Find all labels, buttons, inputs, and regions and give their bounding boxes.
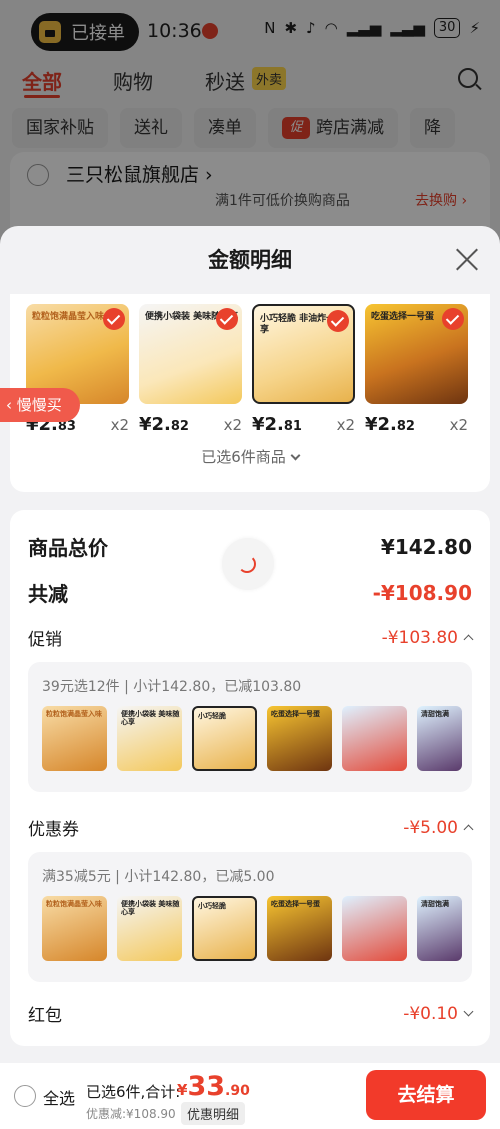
chevron-down-icon <box>290 450 301 461</box>
product-thumb[interactable]: 便携小袋装 美味随心享 <box>117 706 182 771</box>
promo-value: -¥103.80 <box>381 627 458 648</box>
slow-buy-label: 慢慢买 <box>16 396 62 414</box>
promo-label: 促销 <box>28 630 62 650</box>
total-amount: ¥ 33 .90 <box>177 1071 250 1102</box>
checkout-bar: 全选 已选6件,合计: ¥ 33 .90 优惠减:¥108.90 优惠明细 去结… <box>0 1063 500 1129</box>
product-qty: x2 <box>336 416 355 434</box>
product-image-label: 吃蛋选择一号蛋 <box>371 312 435 322</box>
product-thumb[interactable] <box>342 706 407 771</box>
product-price-row: ¥2.82 x2 <box>365 414 468 435</box>
product-thumb[interactable]: 粒粒饱满晶莹入味 <box>42 896 107 961</box>
checked-icon[interactable] <box>327 310 349 332</box>
checked-icon[interactable] <box>442 308 464 330</box>
chevron-up-icon <box>463 634 474 645</box>
product-item[interactable]: 吃蛋选择一号蛋 ¥2.82 x2 <box>365 304 468 435</box>
selected-summary: 已选6件,合计: <box>86 1083 181 1101</box>
product-thumb[interactable]: 小巧轻脆 <box>192 896 257 961</box>
reduce-value: -¥108.90 <box>372 580 472 605</box>
select-all-radio[interactable] <box>14 1085 36 1107</box>
product-image: 小巧轻脆 非油炸一口享 <box>252 304 355 404</box>
product-item[interactable]: 小巧轻脆 非油炸一口享 ¥2.81 x2 <box>252 304 355 435</box>
promo-group-title: 39元选12件 | 小计142.80，已减103.80 <box>42 679 302 695</box>
redpack-value: -¥0.10 <box>403 1003 458 1024</box>
redpack-label: 红包 <box>28 1006 62 1026</box>
product-card: 粒粒饱满晶莹入味 ¥2.83 x2 便携小袋装 美味随心享 ¥2.82 x2 小巧轻… <box>10 294 490 492</box>
checkout-button[interactable]: 去结算 <box>366 1070 486 1120</box>
sheet-title: 金额明细 <box>208 248 292 272</box>
total-value: ¥142.80 <box>380 534 472 559</box>
promo-row[interactable]: 促销 -¥103.80 <box>28 625 474 650</box>
product-image-label: 粒粒饱满晶莹入味 <box>32 312 105 322</box>
selected-count-toggle[interactable]: 已选6件商品 <box>10 446 490 467</box>
reduce-label: 共减 <box>28 582 68 606</box>
product-price-row: ¥2.82 x2 <box>139 414 242 435</box>
coupon-label: 优惠券 <box>28 820 79 840</box>
chevron-up-icon <box>463 824 474 835</box>
coupon-value: -¥5.00 <box>403 817 458 838</box>
total-label: 商品总价 <box>28 536 108 560</box>
close-icon[interactable] <box>454 246 480 272</box>
select-all-label[interactable]: 全选 <box>43 1085 75 1109</box>
selected-count-label: 已选6件商品 <box>201 448 286 466</box>
product-thumb[interactable]: 清甜饱满 <box>417 706 462 771</box>
discount-detail-button[interactable]: 优惠明细 <box>181 1102 246 1125</box>
reduce-row: 共减 -¥108.90 <box>28 578 472 607</box>
product-price: ¥2.82 <box>139 414 189 435</box>
discount-summary: 优惠减:¥108.90 <box>86 1107 176 1121</box>
coupon-thumbs: 粒粒饱满晶莹入味 便携小袋装 美味随心享 小巧轻脆 吃蛋选择一号蛋 清甜饱满 <box>42 896 462 961</box>
product-qty: x2 <box>110 416 129 434</box>
promo-thumbs: 粒粒饱满晶莹入味 便携小袋装 美味随心享 小巧轻脆 吃蛋选择一号蛋 清甜饱满 <box>42 706 462 771</box>
coupon-row[interactable]: 优惠券 -¥5.00 <box>28 815 474 840</box>
product-image: 便携小袋装 美味随心享 <box>139 304 242 404</box>
product-thumb[interactable]: 粒粒饱满晶莹入味 <box>42 706 107 771</box>
product-price: ¥2.81 <box>252 414 302 435</box>
product-image: 吃蛋选择一号蛋 <box>365 304 468 404</box>
product-thumb[interactable]: 清甜饱满 <box>417 896 462 961</box>
product-thumb[interactable]: 吃蛋选择一号蛋 <box>267 896 332 961</box>
product-thumb[interactable]: 小巧轻脆 <box>192 706 257 771</box>
amount-detail-sheet: 金额明细 粒粒饱满晶莹入味 ¥2.83 x2 便携小袋装 美味随心享 ¥2.82 x… <box>0 226 500 1129</box>
promo-group: 39元选12件 | 小计142.80，已减103.80 粒粒饱满晶莹入味 便携小… <box>28 662 472 792</box>
product-thumb[interactable]: 便携小袋装 美味随心享 <box>117 896 182 961</box>
product-price: ¥2.82 <box>365 414 415 435</box>
product-item[interactable]: 便携小袋装 美味随心享 ¥2.82 x2 <box>139 304 242 435</box>
coupon-group: 满35减5元 | 小计142.80，已减5.00 粒粒饱满晶莹入味 便携小袋装 … <box>28 852 472 982</box>
product-qty: x2 <box>449 416 468 434</box>
redpack-row[interactable]: 红包 -¥0.10 <box>28 1001 474 1026</box>
checked-icon[interactable] <box>103 308 125 330</box>
coupon-value-wrap: -¥5.00 <box>403 817 474 838</box>
price-detail-card: 商品总价 ¥142.80 共减 -¥108.90 促销 -¥103.80 39元… <box>10 510 490 1046</box>
product-thumb[interactable]: 吃蛋选择一号蛋 <box>267 706 332 771</box>
product-price-row: ¥2.81 x2 <box>252 414 355 435</box>
chevron-down-icon <box>463 1006 474 1017</box>
slow-buy-button[interactable]: ‹ 慢慢买 <box>0 388 80 422</box>
product-qty: x2 <box>223 416 242 434</box>
product-thumb[interactable] <box>342 896 407 961</box>
checked-icon[interactable] <box>216 308 238 330</box>
redpack-value-wrap: -¥0.10 <box>403 1003 474 1024</box>
coupon-group-title: 满35减5元 | 小计142.80，已减5.00 <box>42 869 275 885</box>
promo-value-wrap: -¥103.80 <box>381 627 474 648</box>
